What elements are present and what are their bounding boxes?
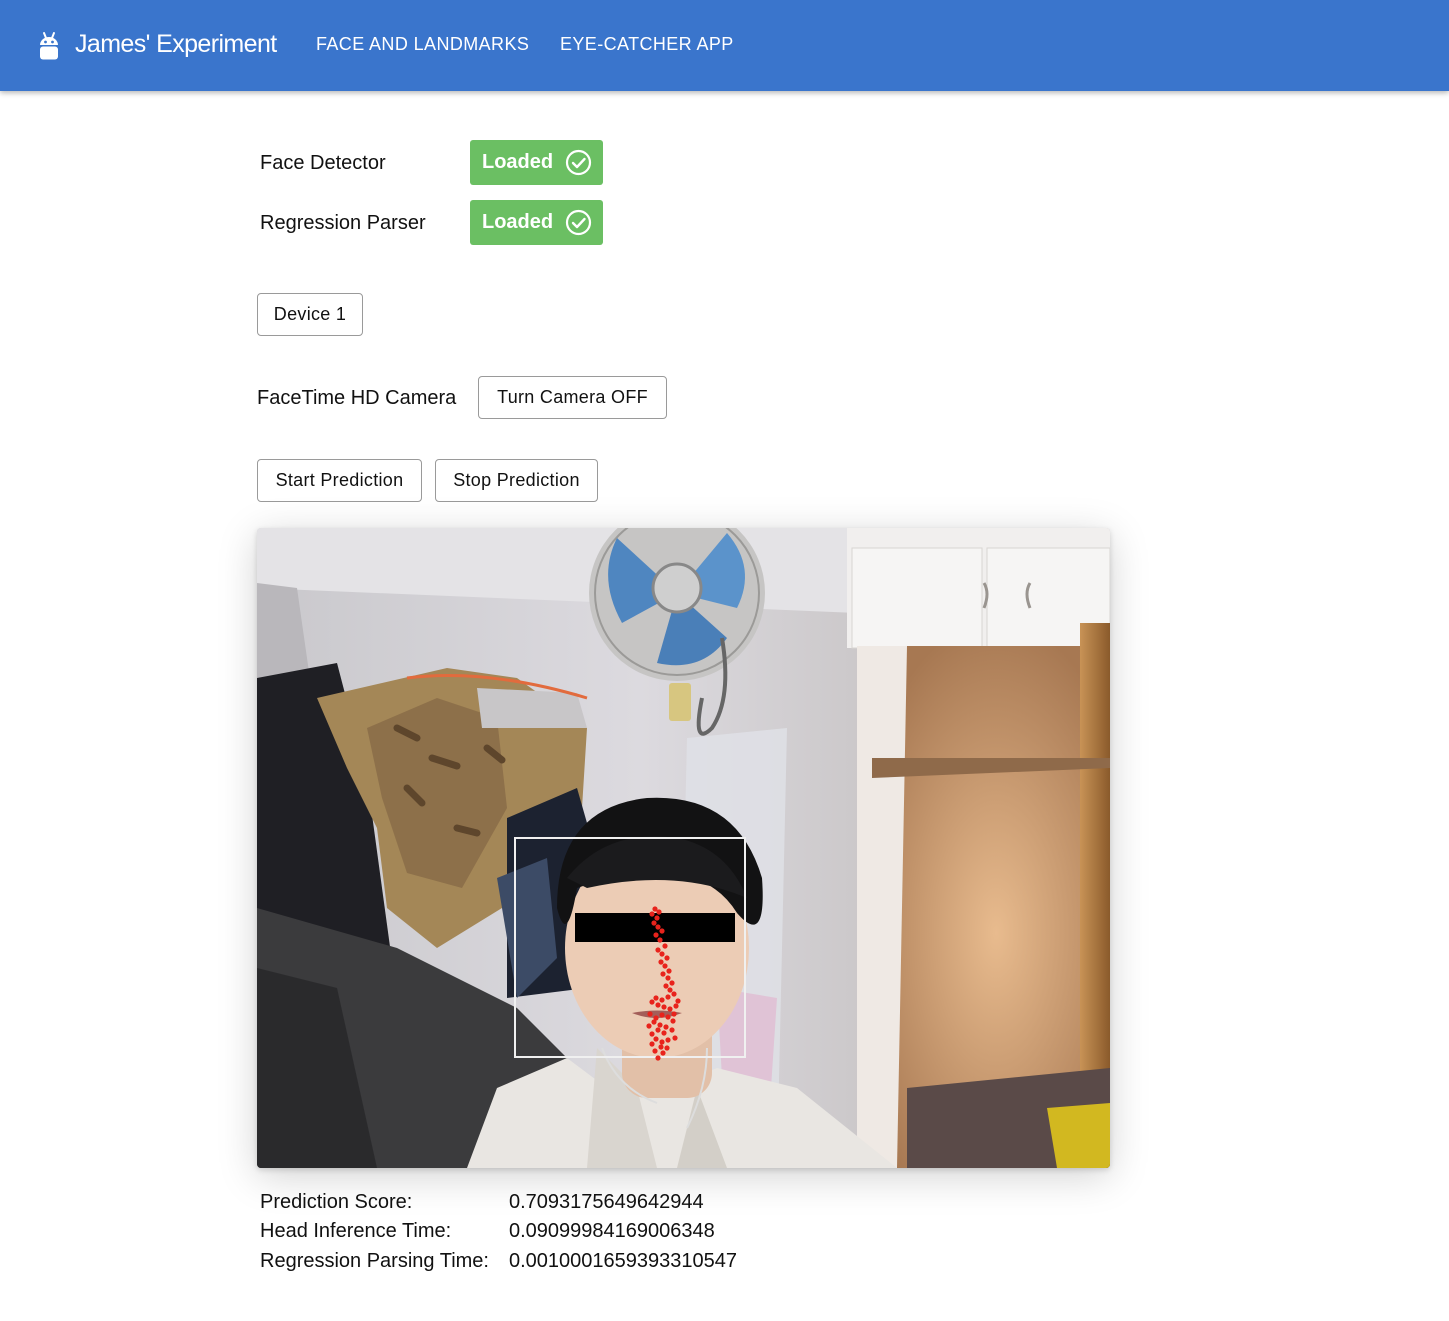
face-detector-status-badge: Loaded: [470, 140, 603, 185]
regression-parser-label: Regression Parser: [260, 212, 426, 234]
camera-name: FaceTime HD Camera: [257, 387, 457, 409]
landmark-point: [659, 1012, 665, 1018]
landmark-point: [675, 998, 681, 1004]
landmark-point: [672, 1035, 678, 1041]
landmark-point: [647, 1011, 653, 1017]
start-prediction-button[interactable]: Start Prediction: [257, 459, 422, 502]
landmark-point: [659, 1039, 665, 1045]
landmark-point: [653, 1036, 659, 1042]
landmark-point: [669, 980, 675, 986]
app-bar: James' Experiment FACE AND LANDMARKS EYE…: [0, 0, 1449, 91]
landmark-point: [659, 951, 665, 957]
landmark-point: [658, 1044, 664, 1050]
landmark-point: [671, 991, 677, 997]
app-title[interactable]: James' Experiment: [75, 30, 277, 59]
status-text: Loaded: [482, 211, 554, 233]
landmark-point: [660, 1050, 666, 1056]
landmark-point: [663, 1024, 669, 1030]
landmark-point: [655, 924, 661, 930]
landmark-point: [664, 1045, 670, 1051]
landmark-point: [665, 994, 671, 1000]
landmark-point: [653, 932, 659, 938]
landmark-point: [655, 1027, 661, 1033]
landmark-point: [662, 963, 668, 969]
landmark-point: [652, 1048, 658, 1054]
landmark-point: [649, 999, 655, 1005]
landmark-point: [649, 1031, 655, 1037]
landmark-point: [671, 1011, 677, 1017]
landmark-point: [663, 983, 669, 989]
landmark-point: [653, 995, 659, 1001]
landmark-point: [667, 987, 673, 993]
stat-label: Prediction Score:: [260, 1191, 413, 1213]
stat-value: 0.7093175649642944: [509, 1191, 704, 1213]
landmark-point: [669, 1027, 675, 1033]
regression-parsing-time-row: Regression Parsing Time: 0.00100016593933…: [260, 1250, 737, 1273]
landmark-point: [661, 1030, 667, 1036]
landmark-point: [673, 1003, 679, 1009]
landmark-point: [655, 1002, 661, 1008]
landmark-point: [664, 955, 670, 961]
stat-label: Regression Parsing Time:: [260, 1250, 489, 1272]
landmark-point: [662, 943, 668, 949]
camera-frame-image: [257, 528, 1110, 1168]
landmark-point: [657, 1022, 663, 1028]
android-icon: [40, 32, 58, 60]
stat-label: Head Inference Time:: [260, 1220, 452, 1242]
stop-prediction-button[interactable]: Stop Prediction: [435, 459, 598, 502]
stat-value: 0.0010001659393310547: [509, 1250, 738, 1272]
nav-eye-catcher-app[interactable]: EYE-CATCHER APP: [560, 34, 734, 55]
check-circle-icon: [565, 209, 592, 236]
landmark-point: [655, 1055, 661, 1061]
nav-face-and-landmarks[interactable]: FACE AND LANDMARKS: [316, 34, 529, 55]
regression-parser-status-badge: Loaded: [470, 200, 603, 245]
landmark-point: [646, 1023, 652, 1029]
landmark-point: [651, 1019, 657, 1025]
landmark-point: [667, 1006, 673, 1012]
landmark-point: [665, 975, 671, 981]
landmark-point: [665, 1037, 671, 1043]
landmark-point: [649, 911, 655, 917]
landmark-point: [659, 928, 665, 934]
turn-camera-off-button[interactable]: Turn Camera OFF: [478, 376, 667, 419]
landmark-point: [657, 937, 663, 943]
landmark-point: [661, 1004, 667, 1010]
landmark-point: [660, 971, 666, 977]
prediction-score-row: Prediction Score: 0.7093175649642944: [260, 1191, 704, 1214]
landmark-point: [658, 959, 664, 965]
status-text: Loaded: [482, 151, 554, 173]
landmark-point: [665, 1014, 671, 1020]
landmark-point: [654, 915, 660, 921]
device-1-button[interactable]: Device 1: [257, 293, 363, 336]
landmark-point: [651, 920, 657, 926]
landmark-point: [649, 1041, 655, 1047]
face-detector-label: Face Detector: [260, 152, 386, 174]
landmark-point: [659, 997, 665, 1003]
landmark-point: [670, 1018, 676, 1024]
camera-feed: [257, 528, 1110, 1168]
landmark-point: [666, 968, 672, 974]
landmark-point: [656, 909, 662, 915]
landmark-point: [655, 947, 661, 953]
check-circle-icon: [565, 149, 592, 176]
stat-value: 0.09099984169006348: [509, 1220, 715, 1242]
head-inference-time-row: Head Inference Time: 0.09099984169006348: [260, 1220, 715, 1243]
